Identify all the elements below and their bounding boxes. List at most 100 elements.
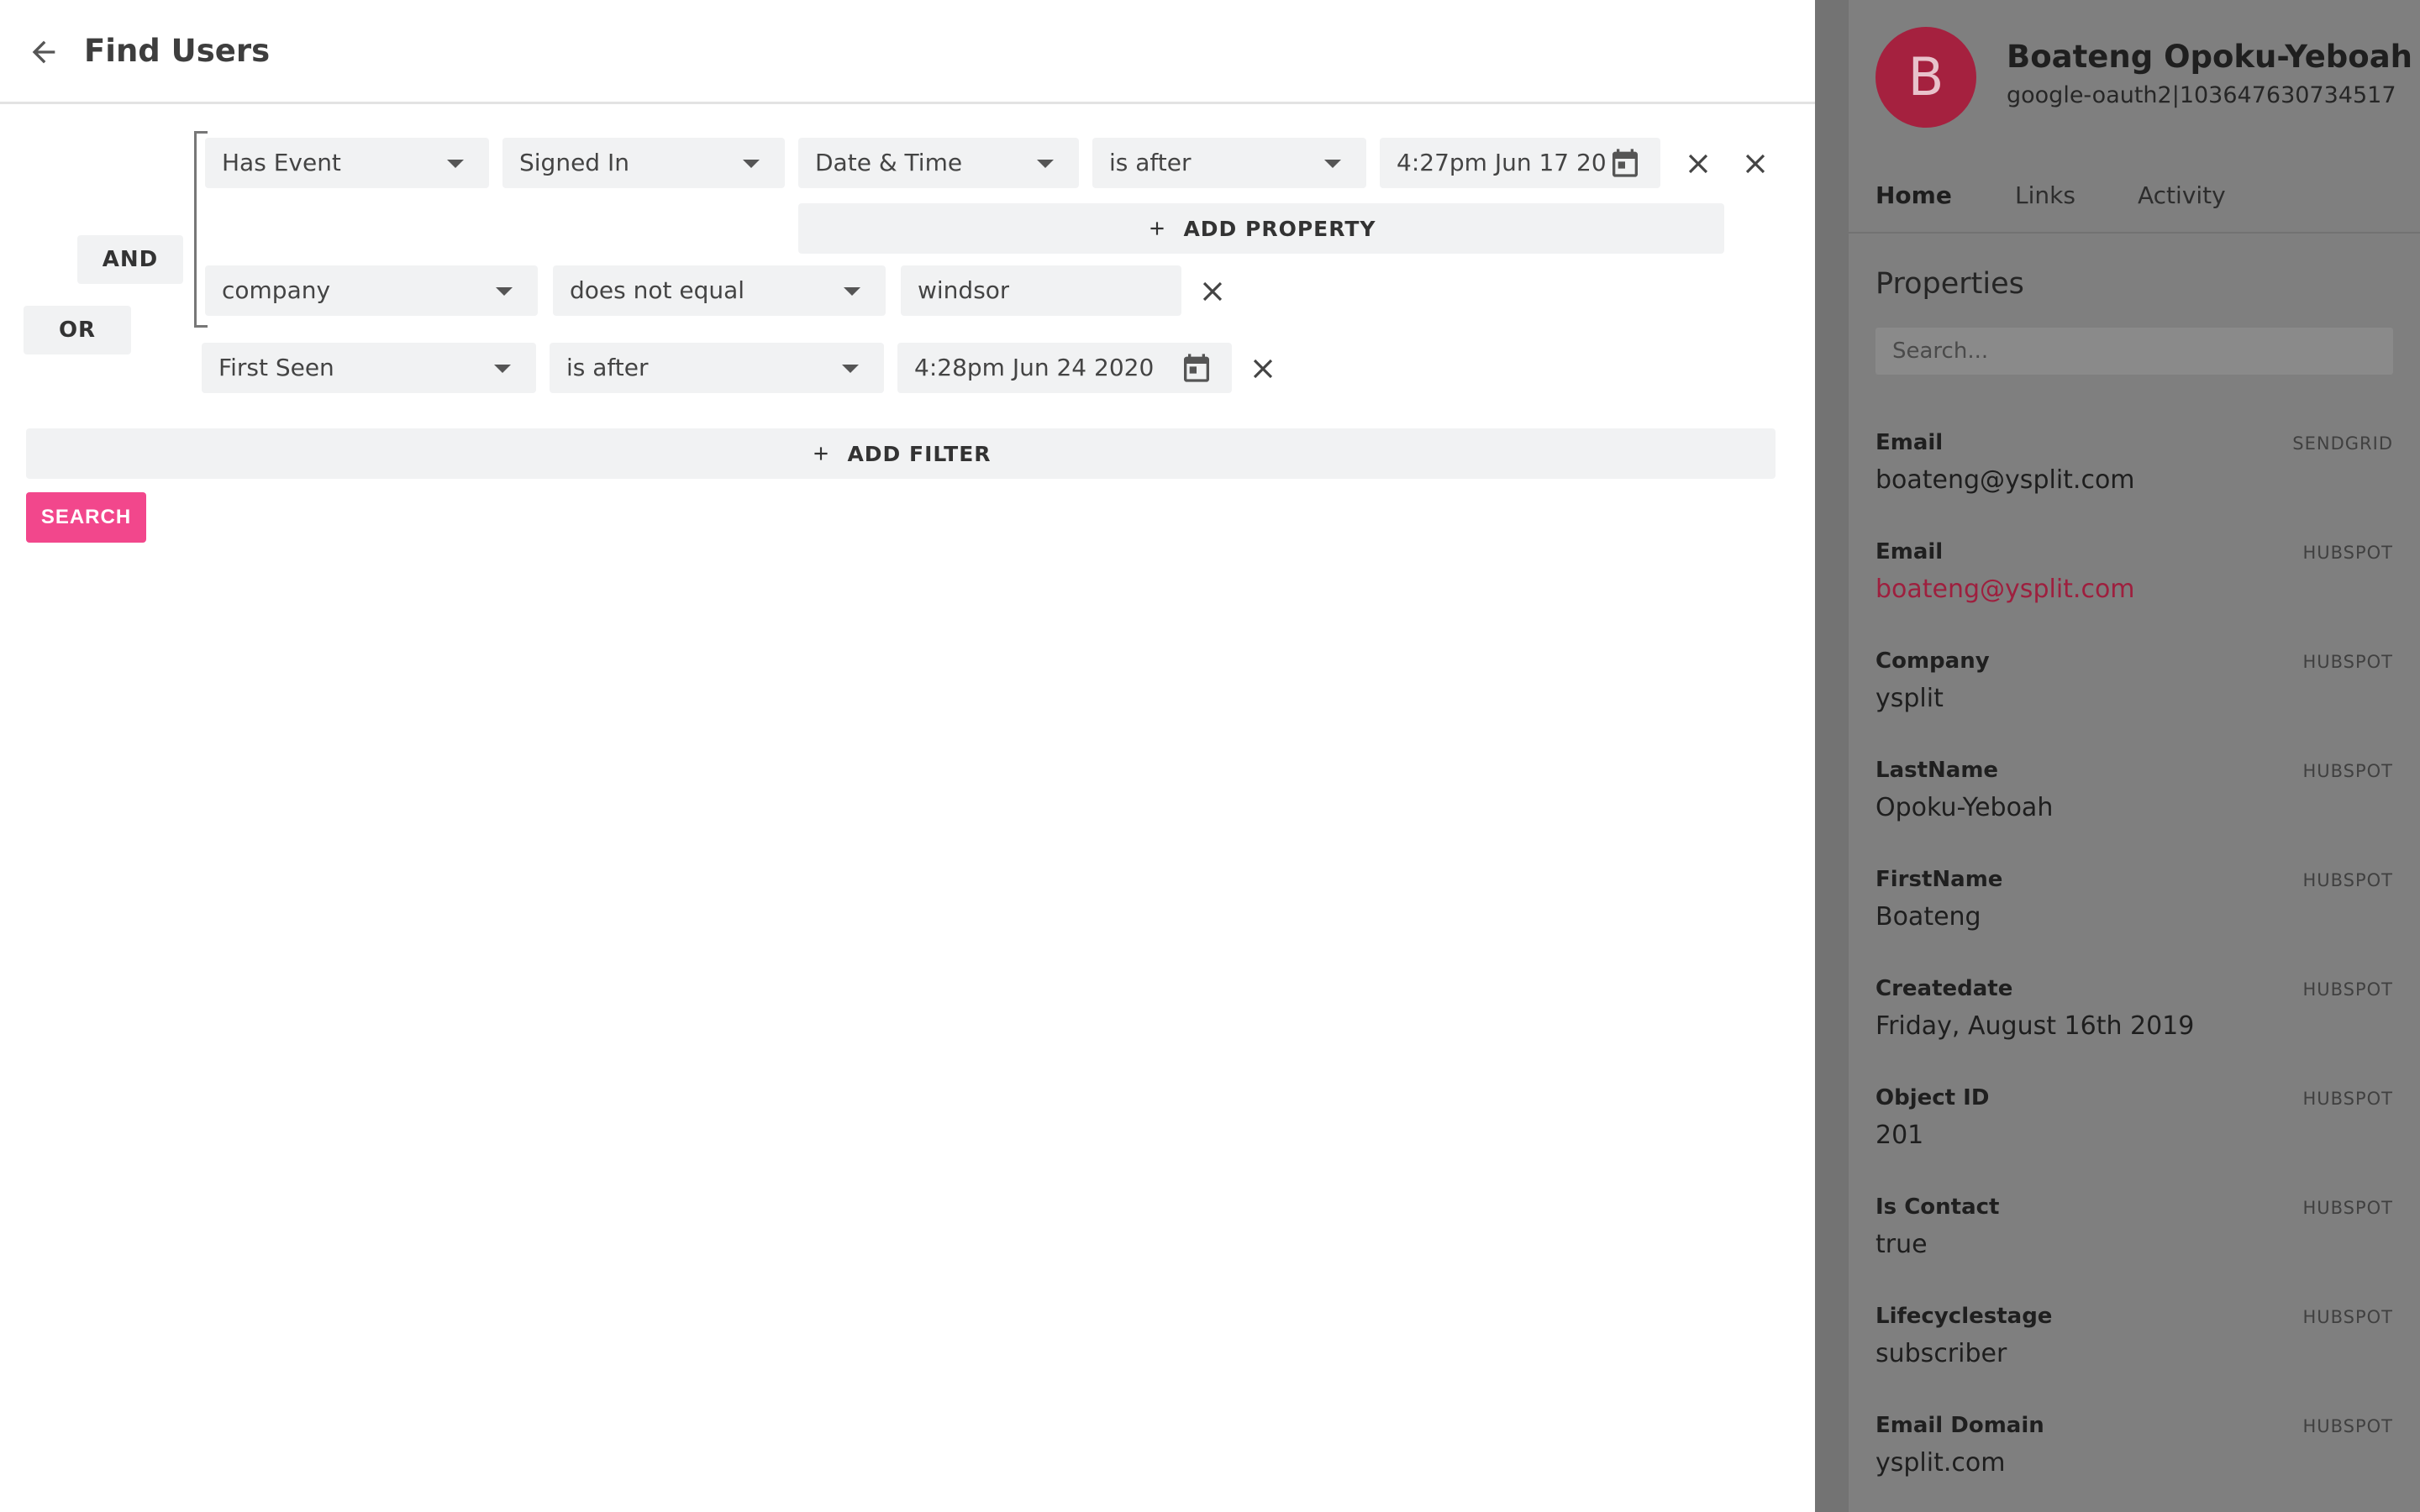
search-button[interactable]: SEARCH	[26, 492, 146, 543]
date-value: 4:28pm Jun 24 2020	[914, 354, 1155, 381]
property-label: Email	[1876, 430, 1944, 455]
property-item: LastName HUBSPOT Opoku-Yeboah	[1876, 758, 2393, 858]
property-item: Is Contact HUBSPOT true	[1876, 1194, 2393, 1295]
caret-down-icon	[494, 365, 511, 373]
property-source: HUBSPOT	[2302, 652, 2393, 672]
property-label: FirstName	[1876, 867, 2003, 892]
property-value: Friday, August 16th 2019	[1876, 1011, 2195, 1041]
event-property-select[interactable]: Date & Time	[798, 138, 1079, 188]
properties-title: Properties	[1876, 267, 2024, 301]
property-label: Email	[1876, 539, 1944, 564]
property-source: HUBSPOT	[2302, 1307, 2393, 1327]
property-select[interactable]: company	[205, 265, 538, 316]
date-value: 4:27pm Jun 17 2020	[1397, 149, 1605, 176]
property-value: true	[1876, 1230, 1928, 1259]
operator-select[interactable]: does not equal	[553, 265, 886, 316]
property-item: Email HUBSPOT boateng@ysplit.com	[1876, 539, 2393, 640]
caret-down-icon	[743, 160, 760, 168]
remove-property-icon[interactable]	[1682, 148, 1714, 180]
or-button[interactable]: OR	[24, 306, 131, 354]
tab-divider	[1849, 232, 2420, 234]
email-link[interactable]: boateng@ysplit.com	[1876, 575, 2135, 604]
tab-home[interactable]: Home	[1876, 181, 1952, 209]
property-source: SENDGRID	[2292, 433, 2393, 454]
property-label: Email Domain	[1876, 1413, 2044, 1438]
caret-down-icon	[1324, 160, 1341, 168]
calendar-icon[interactable]	[1180, 351, 1213, 385]
avatar: B	[1876, 27, 1976, 128]
calendar-icon[interactable]	[1608, 146, 1642, 180]
property-item: Object ID HUBSPOT 201	[1876, 1085, 2393, 1186]
remove-filter-icon[interactable]	[1197, 276, 1228, 307]
arrow-back-icon[interactable]	[27, 35, 60, 69]
add-filter-label: ADD FILTER	[847, 441, 992, 466]
caret-down-icon	[844, 287, 860, 296]
property-label: LastName	[1876, 758, 1999, 783]
property-value: company	[222, 276, 331, 304]
property-select[interactable]: First Seen	[202, 343, 536, 393]
tab-activity[interactable]: Activity	[2138, 181, 2226, 209]
property-item: Email SENDGRID boateng@ysplit.com	[1876, 430, 2393, 531]
operator-select[interactable]: is after	[1092, 138, 1366, 188]
date-input[interactable]: 4:28pm Jun 24 2020	[897, 343, 1232, 393]
property-item: Company HUBSPOT ysplit	[1876, 648, 2393, 749]
property-item: Lifecyclestage HUBSPOT subscriber	[1876, 1304, 2393, 1404]
and-button[interactable]: AND	[77, 235, 183, 284]
operator-select[interactable]: is after	[550, 343, 884, 393]
property-value: boateng@ysplit.com	[1876, 465, 2135, 495]
property-source: HUBSPOT	[2302, 1416, 2393, 1436]
remove-filter-icon[interactable]	[1739, 148, 1771, 180]
property-value: ysplit	[1876, 684, 1944, 713]
filter-type-select[interactable]: Has Event	[205, 138, 489, 188]
property-value: Opoku-Yeboah	[1876, 793, 2054, 822]
property-item: FirstName HUBSPOT Boateng	[1876, 867, 2393, 968]
plus-icon	[1150, 222, 1165, 235]
property-label: Createdate	[1876, 976, 2013, 1001]
add-filter-button[interactable]: ADD FILTER	[26, 428, 1776, 479]
plus-icon	[814, 447, 829, 460]
user-id: google-oauth2|103647630734517	[2007, 82, 2396, 108]
user-detail-panel: B Boateng Opoku-Yeboah google-oauth2|103…	[1849, 0, 2420, 1512]
caret-down-icon	[1037, 160, 1054, 168]
caret-down-icon	[447, 160, 464, 168]
property-label: Is Contact	[1876, 1194, 2000, 1220]
add-property-button[interactable]: ADD PROPERTY	[798, 203, 1724, 254]
property-source: HUBSPOT	[2302, 979, 2393, 1000]
property-value: First Seen	[218, 354, 334, 381]
property-source: HUBSPOT	[2302, 543, 2393, 563]
operator-value: is after	[1109, 149, 1192, 176]
top-bar: Find Users	[0, 0, 1815, 104]
event-value: Signed In	[519, 149, 629, 176]
remove-filter-icon[interactable]	[1247, 353, 1279, 385]
add-property-label: ADD PROPERTY	[1183, 216, 1376, 241]
property-value: ysplit.com	[1876, 1448, 2006, 1478]
properties-search-input[interactable]	[1876, 328, 2393, 375]
event-select[interactable]: Signed In	[502, 138, 785, 188]
caret-down-icon	[496, 287, 513, 296]
property-value: 201	[1876, 1121, 1924, 1150]
event-property-value: Date & Time	[815, 149, 963, 176]
user-name: Boateng Opoku-Yeboah	[2007, 39, 2413, 75]
value-input[interactable]: windsor	[901, 265, 1181, 316]
property-label: Company	[1876, 648, 1990, 674]
value-text: windsor	[918, 276, 1010, 304]
overlay-strip	[1815, 0, 1849, 1512]
property-item: Createdate HUBSPOT Friday, August 16th 2…	[1876, 976, 2393, 1077]
operator-value: is after	[566, 354, 649, 381]
page-title: Find Users	[84, 33, 271, 69]
property-label: Lifecyclestage	[1876, 1304, 2053, 1329]
property-value: Boateng	[1876, 902, 1981, 932]
find-users-panel: Find Users AND OR Has Event Signed In Da…	[0, 0, 1815, 1512]
tab-links[interactable]: Links	[2015, 181, 2075, 209]
property-source: HUBSPOT	[2302, 1198, 2393, 1218]
filter-type-value: Has Event	[222, 149, 341, 176]
date-input[interactable]: 4:27pm Jun 17 2020	[1380, 138, 1660, 188]
property-source: HUBSPOT	[2302, 761, 2393, 781]
property-value: subscriber	[1876, 1339, 2007, 1368]
property-source: HUBSPOT	[2302, 870, 2393, 890]
operator-value: does not equal	[570, 276, 745, 304]
property-item: Email Domain HUBSPOT ysplit.com	[1876, 1413, 2393, 1512]
property-source: HUBSPOT	[2302, 1089, 2393, 1109]
property-label: Object ID	[1876, 1085, 1990, 1110]
caret-down-icon	[842, 365, 859, 373]
